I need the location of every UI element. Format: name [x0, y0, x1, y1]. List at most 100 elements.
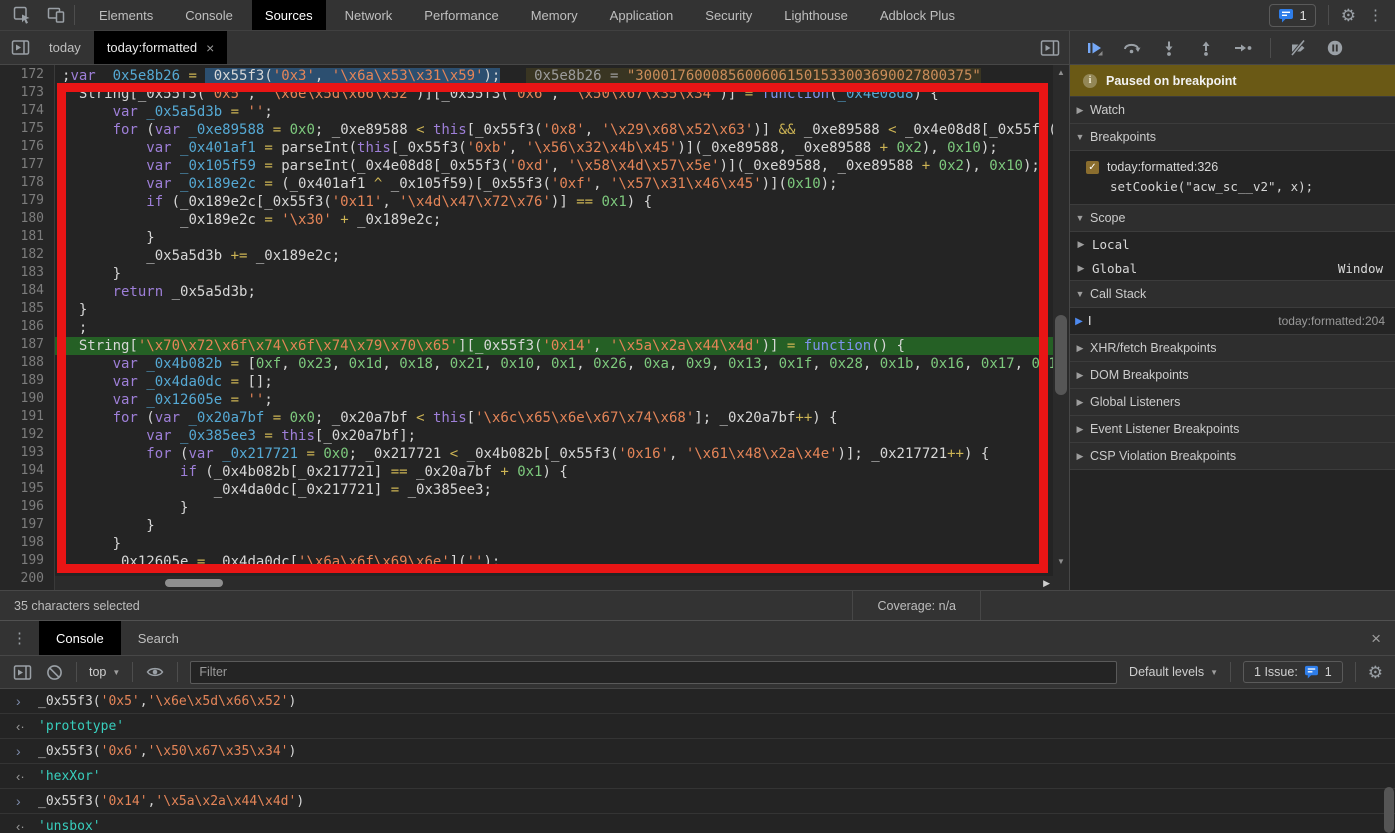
call-stack-frame[interactable]: ▶Itoday:formatted:204	[1070, 308, 1395, 334]
line-number[interactable]: 179	[0, 193, 54, 211]
editor-vertical-scrollbar[interactable]: ▲ ▼	[1053, 65, 1069, 590]
code-line[interactable]: for (var _0xe89588 = 0x0; _0xe89588 < th…	[55, 121, 1053, 139]
line-number[interactable]: 173	[0, 85, 54, 103]
console-filter-input[interactable]	[190, 661, 1117, 684]
console-input-row[interactable]: ›_0x55f3('0x14', '\x5a\x2a\x44\x4d')	[0, 789, 1395, 814]
step-icon[interactable]	[1233, 38, 1253, 58]
tab-elements[interactable]: Elements	[86, 0, 166, 30]
console-result-row[interactable]: ‹·'unsbox'	[0, 814, 1395, 833]
code-line[interactable]: var _0x5a5d3b = '';	[55, 103, 1053, 121]
console-sidebar-icon[interactable]	[12, 662, 32, 682]
toggle-sidebar-icon[interactable]	[1040, 38, 1060, 58]
code-line[interactable]: _0x5a5d3b += _0x189e2c;	[55, 247, 1053, 265]
log-levels-dropdown[interactable]: Default levels▼	[1129, 665, 1218, 679]
deactivate-breakpoints-icon[interactable]	[1288, 38, 1308, 58]
code-line[interactable]: _0x12605e = _0x4da0dc['\x6a\x6f\x69\x6e'…	[55, 553, 1053, 571]
code-line[interactable]: for (var _0x217721 = 0x0; _0x217721 < _0…	[55, 445, 1053, 463]
settings-gear-icon[interactable]: ⚙	[1341, 7, 1356, 24]
code-line[interactable]: }	[55, 265, 1053, 283]
file-tab-today[interactable]: today	[36, 31, 94, 64]
console-input-row[interactable]: ›_0x55f3('0x5', '\x6e\x5d\x66\x52')	[0, 689, 1395, 714]
code-line[interactable]: }	[55, 499, 1053, 517]
code-line[interactable]: var _0x4da0dc = [];	[55, 373, 1053, 391]
tab-adblock-plus[interactable]: Adblock Plus	[867, 0, 968, 30]
tab-security[interactable]: Security	[692, 0, 765, 30]
pause-on-exceptions-icon[interactable]	[1325, 38, 1345, 58]
line-number[interactable]: 197	[0, 517, 54, 535]
line-number[interactable]: 183	[0, 265, 54, 283]
line-number[interactable]: 199	[0, 553, 54, 571]
drawer-tab-search[interactable]: Search	[121, 621, 196, 655]
line-number[interactable]: 180	[0, 211, 54, 229]
issues-counter[interactable]: 1	[1269, 4, 1316, 27]
horizontal-scroll-thumb[interactable]	[165, 579, 223, 587]
section-header-watch[interactable]: ▶Watch	[1070, 97, 1395, 124]
line-number[interactable]: 191	[0, 409, 54, 427]
console-input-row[interactable]: ›_0x55f3('0x6', '\x50\x67\x35\x34')	[0, 739, 1395, 764]
more-options-icon[interactable]: ⋮	[1368, 8, 1383, 23]
file-tab-today-formatted[interactable]: today:formatted ×	[94, 31, 228, 64]
scroll-down-arrow-icon[interactable]: ▼	[1053, 555, 1069, 569]
source-editor[interactable]: 1721731741751761771781791801811821831841…	[0, 65, 1069, 590]
code-line[interactable]: for (var _0x20a7bf = 0x0; _0x20a7bf < th…	[55, 409, 1053, 427]
code-line[interactable]: var _0x385ee3 = this[_0x20a7bf];	[55, 427, 1053, 445]
code-line[interactable]: return _0x5a5d3b;	[55, 283, 1053, 301]
tab-network[interactable]: Network	[332, 0, 406, 30]
line-number[interactable]: 181	[0, 229, 54, 247]
code-line[interactable]: var _0x105f59 = parseInt(_0x4e08d8[_0x55…	[55, 157, 1053, 175]
context-selector[interactable]: top▼	[89, 665, 120, 679]
drawer-tab-console[interactable]: Console	[39, 621, 121, 655]
line-number[interactable]: 182	[0, 247, 54, 265]
step-out-icon[interactable]	[1196, 38, 1216, 58]
line-number[interactable]: 193	[0, 445, 54, 463]
scroll-right-arrow-icon[interactable]: ▶	[1043, 576, 1050, 590]
section-header-dom-breakpoints[interactable]: ▶DOM Breakpoints	[1070, 362, 1395, 389]
close-tab-icon[interactable]: ×	[206, 40, 214, 56]
scope-row-local[interactable]: ▶Local	[1070, 232, 1395, 256]
resume-script-icon[interactable]	[1085, 38, 1105, 58]
line-number[interactable]: 187	[0, 337, 54, 355]
console-issues-button[interactable]: 1 Issue: 1	[1243, 661, 1343, 683]
step-into-icon[interactable]	[1159, 38, 1179, 58]
section-header-xhr-fetch-breakpoints[interactable]: ▶XHR/fetch Breakpoints	[1070, 335, 1395, 362]
line-number[interactable]: 186	[0, 319, 54, 337]
show-navigator-icon[interactable]	[10, 38, 30, 58]
line-number[interactable]: 178	[0, 175, 54, 193]
section-header-call-stack[interactable]: ▼Call Stack	[1070, 281, 1395, 308]
execution-line[interactable]: String['\x70\x72\x6f\x74\x6f\x74\x79\x70…	[55, 337, 1053, 355]
scroll-up-arrow-icon[interactable]: ▲	[1053, 66, 1069, 80]
tab-memory[interactable]: Memory	[518, 0, 591, 30]
line-number[interactable]: 175	[0, 121, 54, 139]
line-number[interactable]: 190	[0, 391, 54, 409]
section-header-global-listeners[interactable]: ▶Global Listeners	[1070, 389, 1395, 416]
drawer-close-icon[interactable]: ×	[1367, 621, 1385, 657]
code-line[interactable]: _0x4da0dc[_0x217721] = _0x385ee3;	[55, 481, 1053, 499]
section-header-breakpoints[interactable]: ▼Breakpoints	[1070, 124, 1395, 151]
code-line[interactable]: if (_0x189e2c[_0x55f3('0x11', '\x4d\x47\…	[55, 193, 1053, 211]
code-line[interactable]: }	[55, 229, 1053, 247]
section-header-event-listener-breakpoints[interactable]: ▶Event Listener Breakpoints	[1070, 416, 1395, 443]
line-number[interactable]: 196	[0, 499, 54, 517]
tab-lighthouse[interactable]: Lighthouse	[771, 0, 861, 30]
step-over-icon[interactable]	[1122, 38, 1142, 58]
code-line[interactable]: _0x189e2c = '\x30' + _0x189e2c;	[55, 211, 1053, 229]
code-line[interactable]: var _0x12605e = '';	[55, 391, 1053, 409]
console-result-row[interactable]: ‹·'hexXor'	[0, 764, 1395, 789]
line-number[interactable]: 176	[0, 139, 54, 157]
clear-console-icon[interactable]	[44, 662, 64, 682]
console-settings-gear-icon[interactable]: ⚙	[1368, 664, 1383, 681]
line-number[interactable]: 172	[0, 67, 54, 85]
line-number[interactable]: 188	[0, 355, 54, 373]
code-line[interactable]: var _0x401af1 = parseInt(this[_0x55f3('0…	[55, 139, 1053, 157]
code-line[interactable]: if (_0x4b082b[_0x217721] == _0x20a7bf + …	[55, 463, 1053, 481]
line-number[interactable]: 177	[0, 157, 54, 175]
code-line[interactable]: ;	[55, 319, 1053, 337]
tab-console[interactable]: Console	[172, 0, 246, 30]
code-line[interactable]: }	[55, 517, 1053, 535]
code-line[interactable]: var _0x4b082b = [0xf, 0x23, 0x1d, 0x18, …	[55, 355, 1053, 373]
vertical-scroll-thumb[interactable]	[1055, 315, 1067, 395]
line-number[interactable]: 195	[0, 481, 54, 499]
tab-performance[interactable]: Performance	[411, 0, 511, 30]
line-number[interactable]: 174	[0, 103, 54, 121]
code-line[interactable]: var _0x189e2c = (_0x401af1 ^ _0x105f59)[…	[55, 175, 1053, 193]
